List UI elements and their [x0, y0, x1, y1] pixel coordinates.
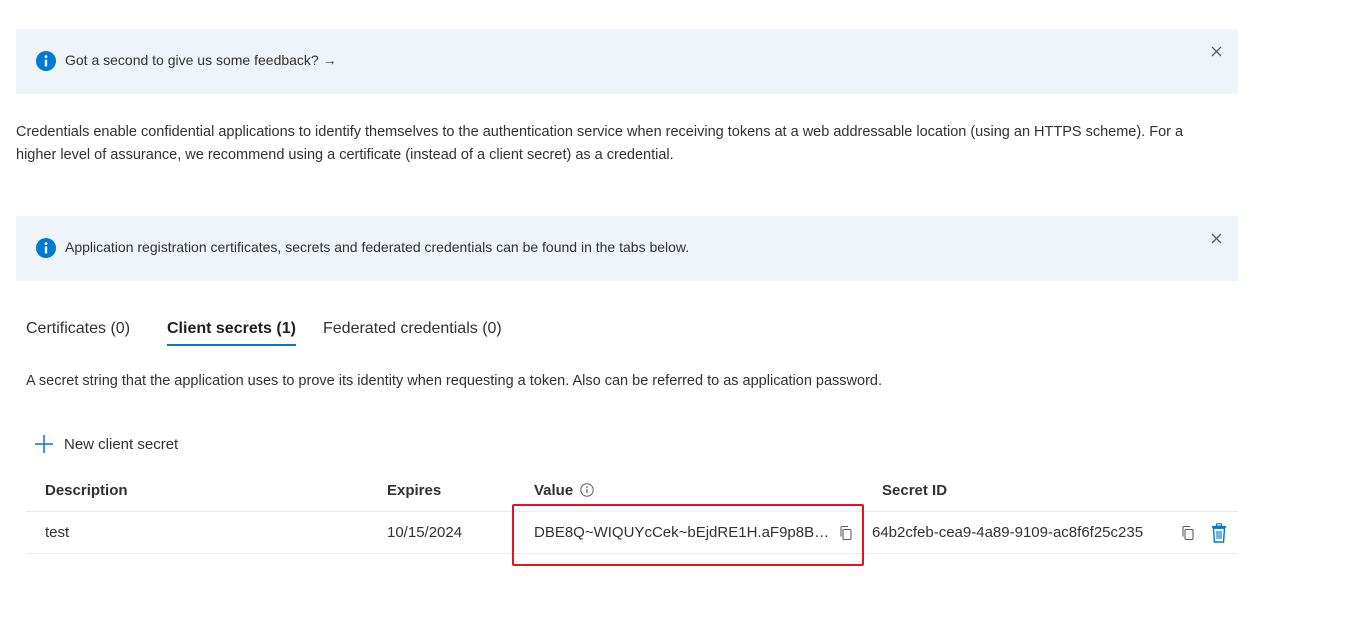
column-header-secret-id[interactable]: Secret ID — [862, 469, 1238, 512]
secret-value-text: DBE8Q~WIQUYcCek~bEjdRE1H.aF9p8BJr... — [534, 524, 834, 541]
secret-value-cell: DBE8Q~WIQUYcCek~bEjdRE1H.aF9p8BJr... — [513, 511, 862, 554]
tab-label: Certificates (0) — [26, 320, 131, 337]
secret-id-cell: 64b2cfeb-cea9-4a89-9109-ac8f6f25c235 — [862, 511, 1238, 554]
close-icon — [1211, 46, 1221, 56]
info-banner: Application registration certificates, s… — [16, 216, 1238, 281]
close-icon — [1211, 233, 1221, 243]
feedback-link[interactable]: Got a second to give us some feedback? → — [65, 52, 337, 68]
column-header-expires[interactable]: Expires — [367, 469, 513, 512]
tab-label: Client secrets (1) — [167, 320, 296, 337]
info-icon — [36, 238, 56, 258]
client-secrets-table: Description Expires Value Secret ID test… — [26, 469, 1238, 554]
credentials-description: Credentials enable confidential applicat… — [16, 124, 1184, 163]
close-info-button[interactable] — [1206, 228, 1226, 248]
secret-expires-cell: 10/15/2024 — [367, 511, 513, 554]
info-tooltip-icon[interactable] — [580, 482, 595, 497]
copy-icon[interactable] — [838, 525, 854, 541]
tab-certificates[interactable]: Certificates (0) — [26, 320, 130, 346]
delete-icon[interactable] — [1210, 522, 1228, 543]
tab-label: Federated credentials (0) — [323, 320, 502, 337]
column-header-value[interactable]: Value — [513, 469, 862, 512]
feedback-banner: Got a second to give us some feedback? → — [16, 29, 1238, 94]
plus-icon — [35, 435, 53, 453]
secret-description-cell: test — [26, 511, 367, 554]
copy-icon[interactable] — [1180, 525, 1196, 541]
table-row: test 10/15/2024 DBE8Q~WIQUYcCek~bEjdRE1H… — [26, 511, 1238, 554]
close-feedback-button[interactable] — [1206, 41, 1226, 61]
tab-client-secrets[interactable]: Client secrets (1) — [167, 320, 296, 346]
table-header-row: Description Expires Value Secret ID — [26, 469, 1238, 512]
info-banner-text: Application registration certificates, s… — [65, 239, 690, 255]
active-tab-indicator — [167, 344, 296, 346]
tab-federated-credentials[interactable]: Federated credentials (0) — [323, 320, 502, 346]
new-client-secret-label: New client secret — [64, 435, 179, 453]
column-header-value-label: Value — [534, 481, 574, 499]
column-header-description[interactable]: Description — [26, 469, 367, 512]
client-secret-description: A secret string that the application use… — [26, 373, 882, 389]
secret-id-text: 64b2cfeb-cea9-4a89-9109-ac8f6f25c235 — [872, 524, 1144, 541]
new-client-secret-button[interactable]: New client secret — [34, 432, 178, 456]
info-icon — [36, 51, 56, 71]
